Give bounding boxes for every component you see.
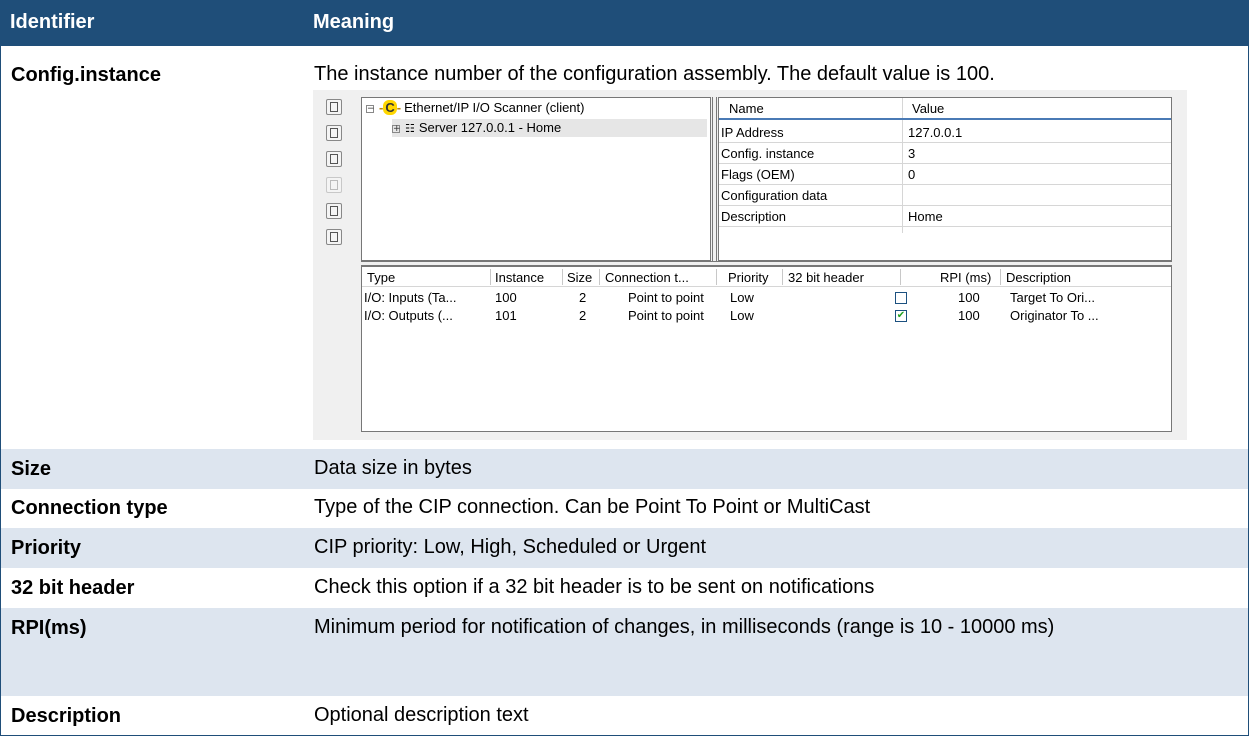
tree-child-label: Server 127.0.0.1 - Home: [418, 120, 562, 135]
row-meaning: Minimum period for notification of chang…: [314, 616, 1055, 638]
col-description[interactable]: Description: [1006, 270, 1071, 285]
table-row: RPI(ms) Minimum period for notification …: [0, 608, 1249, 696]
connection-grid: Type Instance Size Connection t... Prior…: [361, 266, 1172, 432]
property-row[interactable]: Config. instance 3: [719, 143, 1171, 164]
row-meaning: Check this option if a 32 bit header is …: [314, 576, 875, 598]
server-icon: ☷: [405, 122, 415, 135]
expand-icon[interactable]: +: [392, 124, 401, 133]
device-tree: − - C - Ethernet/IP I/O Scanner (client) + ☷ S…: [361, 97, 711, 261]
col-connection-type[interactable]: Connection t...: [605, 270, 689, 285]
table-row: Connection type Type of the CIP connecti…: [0, 489, 1249, 528]
row-identifier: Description: [11, 705, 122, 727]
header32-checkbox[interactable]: [895, 292, 907, 304]
collapse-icon[interactable]: −: [366, 104, 375, 113]
row-identifier: Priority: [11, 537, 82, 559]
header-meaning: Meaning: [313, 11, 395, 33]
table-row[interactable]: I/O: Inputs (Ta... 100 2 Point to point …: [362, 289, 1171, 307]
property-row[interactable]: Flags (OEM) 0: [719, 164, 1171, 185]
row-meaning: Type of the CIP connection. Can be Point…: [314, 496, 871, 518]
header32-checkbox[interactable]: ✔: [895, 310, 907, 322]
table-row: Priority CIP priority: Low, High, Schedu…: [0, 528, 1249, 568]
row-meaning: Data size in bytes: [314, 457, 472, 479]
properties-button[interactable]: [326, 99, 342, 115]
add-output-button[interactable]: [326, 229, 342, 245]
col-32bit-header[interactable]: 32 bit header: [788, 270, 864, 285]
property-row[interactable]: IP Address 127.0.0.1: [719, 122, 1171, 143]
row-identifier: RPI(ms): [11, 617, 87, 639]
vertical-splitter[interactable]: [712, 97, 717, 261]
row-identifier: Size: [11, 458, 52, 480]
add-input-button[interactable]: [326, 203, 342, 219]
tree-root[interactable]: − - C - Ethernet/IP I/O Scanner (client): [366, 99, 584, 117]
scanner-icon: -C-: [379, 100, 402, 115]
network-button[interactable]: [326, 125, 342, 141]
header-identifier: Identifier: [10, 11, 95, 33]
row-identifier: Connection type: [11, 497, 168, 519]
tree-root-label: Ethernet/IP I/O Scanner (client): [404, 100, 585, 115]
col-priority[interactable]: Priority: [728, 270, 768, 285]
property-row[interactable]: Configuration data: [719, 185, 1171, 206]
config-screenshot: − - C - Ethernet/IP I/O Scanner (client) + ☷ S…: [313, 90, 1187, 440]
table-row: Description Optional description text: [0, 696, 1249, 736]
property-row[interactable]: Description Home: [719, 206, 1171, 227]
prop-col-name[interactable]: Name: [729, 101, 764, 116]
row-identifier: 32 bit header: [11, 577, 135, 599]
col-type[interactable]: Type: [367, 270, 395, 285]
row-identifier: Config.instance: [11, 64, 162, 86]
col-instance[interactable]: Instance: [495, 270, 544, 285]
add-device-button[interactable]: [326, 151, 342, 167]
definition-table: Identifier Meaning Config.instance The i…: [0, 0, 1249, 736]
prop-col-value[interactable]: Value: [912, 101, 944, 116]
col-rpi[interactable]: RPI (ms): [940, 270, 991, 285]
property-grid: Name Value IP Address 127.0.0.1 Config. …: [718, 97, 1172, 261]
row-meaning: CIP priority: Low, High, Scheduled or Ur…: [314, 536, 707, 558]
table-row: 32 bit header Check this option if a 32 …: [0, 568, 1249, 608]
table-row: Size Data size in bytes: [0, 449, 1249, 489]
remove-button[interactable]: [326, 177, 342, 193]
tree-child-server[interactable]: + ☷ Server 127.0.0.1 - Home: [392, 119, 707, 137]
row-meaning: Optional description text: [314, 704, 529, 726]
connection-grid-header: Type Instance Size Connection t... Prior…: [362, 267, 1171, 287]
table-row[interactable]: I/O: Outputs (... 101 2 Point to point L…: [362, 307, 1171, 325]
property-header: Name Value: [719, 98, 1171, 120]
table-header: Identifier Meaning: [0, 0, 1249, 46]
row-meaning: The instance number of the configuration…: [314, 63, 995, 85]
col-size[interactable]: Size: [567, 270, 592, 285]
